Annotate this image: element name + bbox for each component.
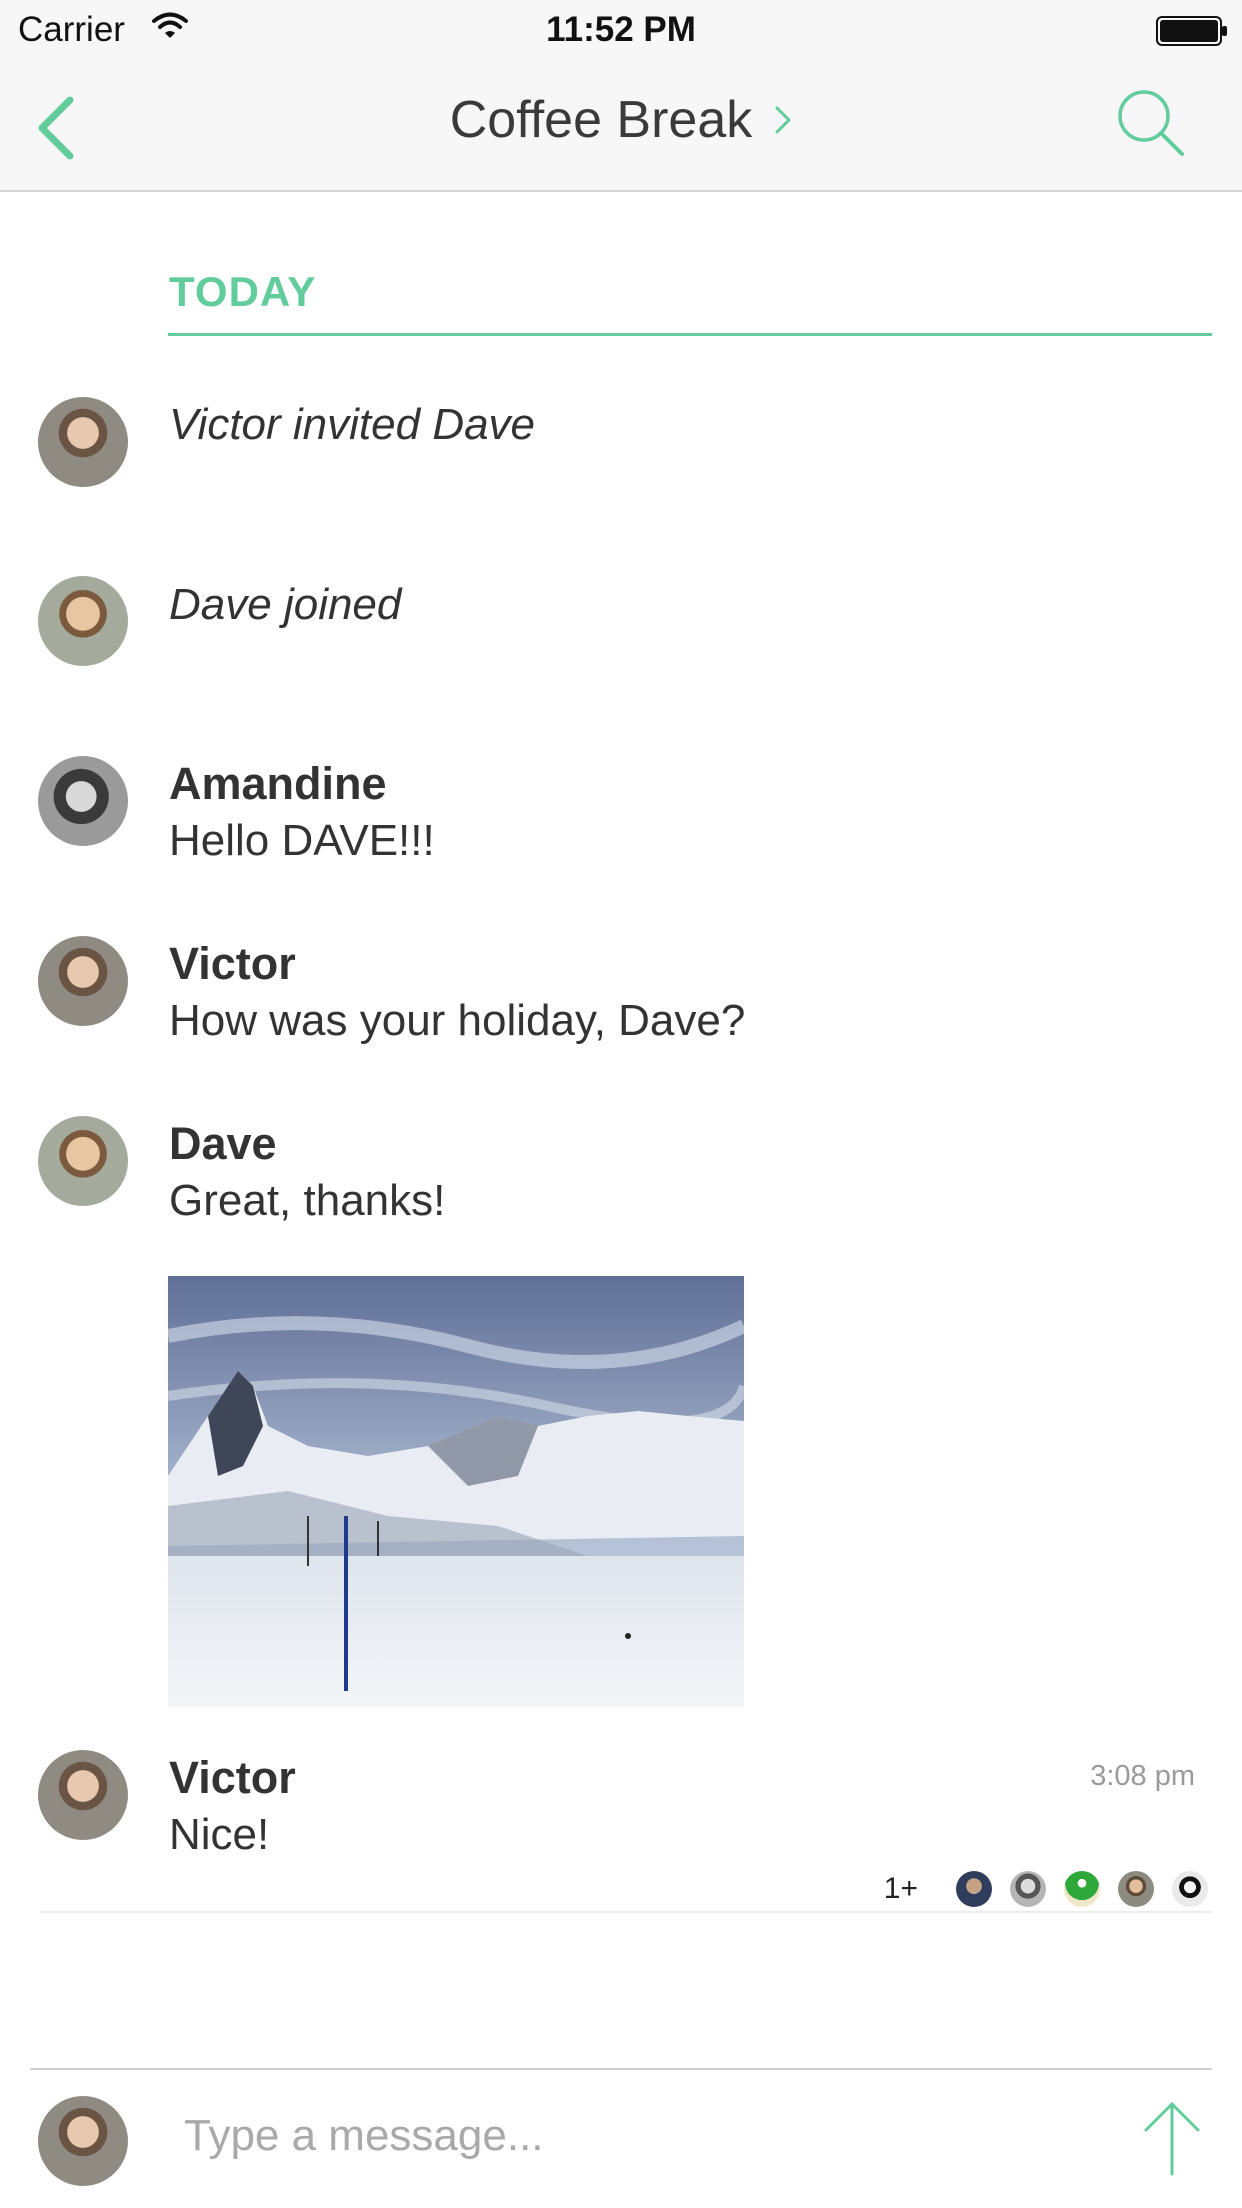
room-event: Victor invited Dave xyxy=(169,400,536,449)
message-sender[interactable]: Amandine xyxy=(169,758,387,810)
message-separator xyxy=(40,1911,1212,1913)
photo-attachment[interactable] xyxy=(168,1276,744,1707)
receipt-avatar xyxy=(956,1871,992,1907)
receipt-avatar xyxy=(1010,1871,1046,1907)
avatar[interactable] xyxy=(38,1750,128,1840)
message-sender[interactable]: Victor xyxy=(169,1752,296,1804)
room-event: Dave joined xyxy=(169,580,402,629)
message-timestamp: 3:08 pm xyxy=(1090,1760,1195,1792)
date-divider xyxy=(168,333,1212,336)
status-time: 11:52 PM xyxy=(546,10,696,49)
my-avatar[interactable] xyxy=(38,2096,128,2186)
message-sender[interactable]: Victor xyxy=(169,938,296,990)
battery-icon xyxy=(1156,16,1228,51)
chevron-right-icon xyxy=(774,105,792,140)
receipt-avatar xyxy=(1118,1871,1154,1907)
message-body: Nice! xyxy=(169,1810,270,1859)
avatar[interactable] xyxy=(38,576,128,666)
receipt-avatar xyxy=(1064,1871,1100,1907)
message-body: How was your holiday, Dave? xyxy=(169,996,746,1045)
message-sender[interactable]: Dave xyxy=(169,1118,277,1170)
composer-divider xyxy=(30,2068,1212,2070)
avatar[interactable] xyxy=(38,397,128,487)
send-arrow-icon[interactable] xyxy=(1140,2098,1204,2183)
date-header: TODAY xyxy=(169,268,317,315)
status-bar: Carrier 11:52 PM xyxy=(0,0,1242,60)
room-title: Coffee Break xyxy=(449,91,753,149)
search-icon[interactable] xyxy=(1116,88,1186,163)
avatar[interactable] xyxy=(38,1116,128,1206)
avatar[interactable] xyxy=(38,756,128,846)
receipt-count: 1+ xyxy=(883,1872,918,1905)
message-input[interactable] xyxy=(170,2098,1070,2174)
message-body: Hello DAVE!!! xyxy=(169,816,435,865)
room-title-button[interactable]: Coffee Break xyxy=(0,90,1242,150)
avatar[interactable] xyxy=(38,936,128,1026)
message-body: Great, thanks! xyxy=(169,1176,446,1225)
read-receipts[interactable]: 1+ xyxy=(884,1871,1208,1907)
receipt-avatar xyxy=(1172,1871,1208,1907)
navigation-bar: Coffee Break xyxy=(0,60,1242,192)
